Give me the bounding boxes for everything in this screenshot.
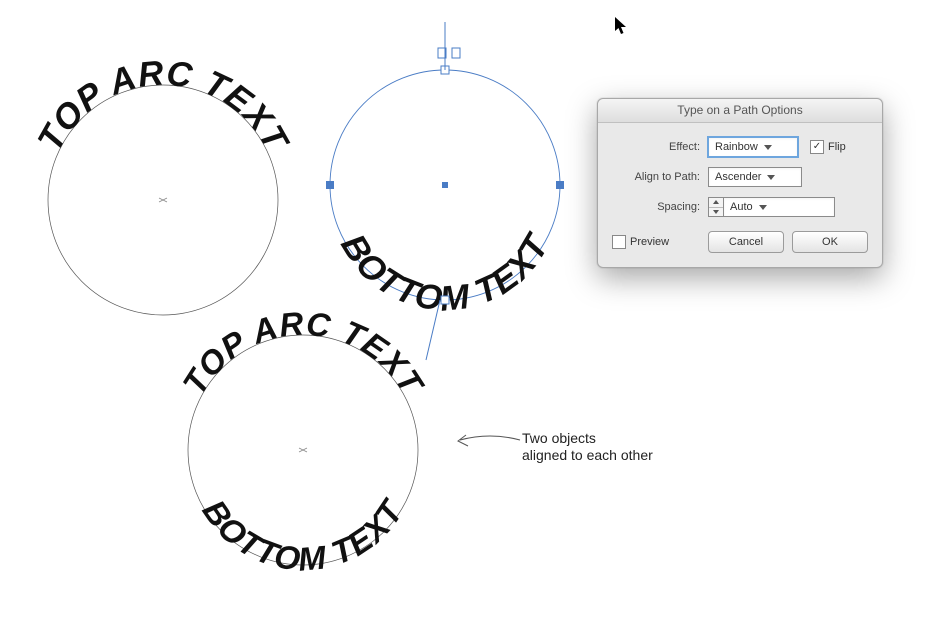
preview-checkbox[interactable]: Preview xyxy=(612,235,669,249)
spacing-select[interactable]: Auto xyxy=(723,197,835,217)
stepper-down-icon xyxy=(713,210,719,214)
stepper-up-icon xyxy=(713,200,719,204)
spacing-stepper[interactable] xyxy=(708,197,723,217)
align-to-path-select[interactable]: Ascender xyxy=(708,167,802,187)
chevron-down-icon xyxy=(767,175,775,180)
chevron-down-icon xyxy=(764,145,772,150)
effect-select[interactable]: Rainbow xyxy=(708,137,798,157)
artboard: TOP ARC TEXT BOTTOM TEXT TOP ARC TEXT BO… xyxy=(0,0,926,624)
svg-text:TOP ARC TEXT: TOP ARC TEXT xyxy=(175,304,432,402)
annotation-arrow xyxy=(458,435,520,446)
top-arc-text-1: TOP ARC TEXT xyxy=(30,53,296,158)
cursor-arrow-icon xyxy=(614,16,630,38)
object-bottom-text-selected[interactable]: BOTTOM TEXT xyxy=(326,22,564,360)
dialog-title: Type on a Path Options xyxy=(598,99,882,123)
align-to-path-label: Align to Path: xyxy=(612,171,708,183)
type-on-path-options-dialog: Type on a Path Options Effect: Rainbow ✓… xyxy=(597,98,883,268)
svg-text:BOTTOM TEXT: BOTTOM TEXT xyxy=(333,226,557,318)
top-arc-text-3: TOP ARC TEXT xyxy=(175,304,432,402)
chevron-down-icon xyxy=(759,205,767,210)
object-combined[interactable]: TOP ARC TEXT BOTTOM TEXT xyxy=(175,304,432,577)
svg-text:TOP ARC TEXT: TOP ARC TEXT xyxy=(30,53,296,158)
effect-label: Effect: xyxy=(612,141,708,153)
annotation-text: Two objects aligned to each other xyxy=(522,430,653,464)
object-top-arc-text[interactable]: TOP ARC TEXT xyxy=(30,53,296,315)
ok-button[interactable]: OK xyxy=(792,231,868,253)
bottom-arc-text-2: BOTTOM TEXT xyxy=(333,226,557,318)
bottom-arc-text-3: BOTTOM TEXT xyxy=(196,492,412,578)
spacing-label: Spacing: xyxy=(612,201,708,213)
cancel-button[interactable]: Cancel xyxy=(708,231,784,253)
flip-checkbox[interactable]: ✓ Flip xyxy=(810,140,846,154)
svg-text:BOTTOM TEXT: BOTTOM TEXT xyxy=(196,492,412,578)
